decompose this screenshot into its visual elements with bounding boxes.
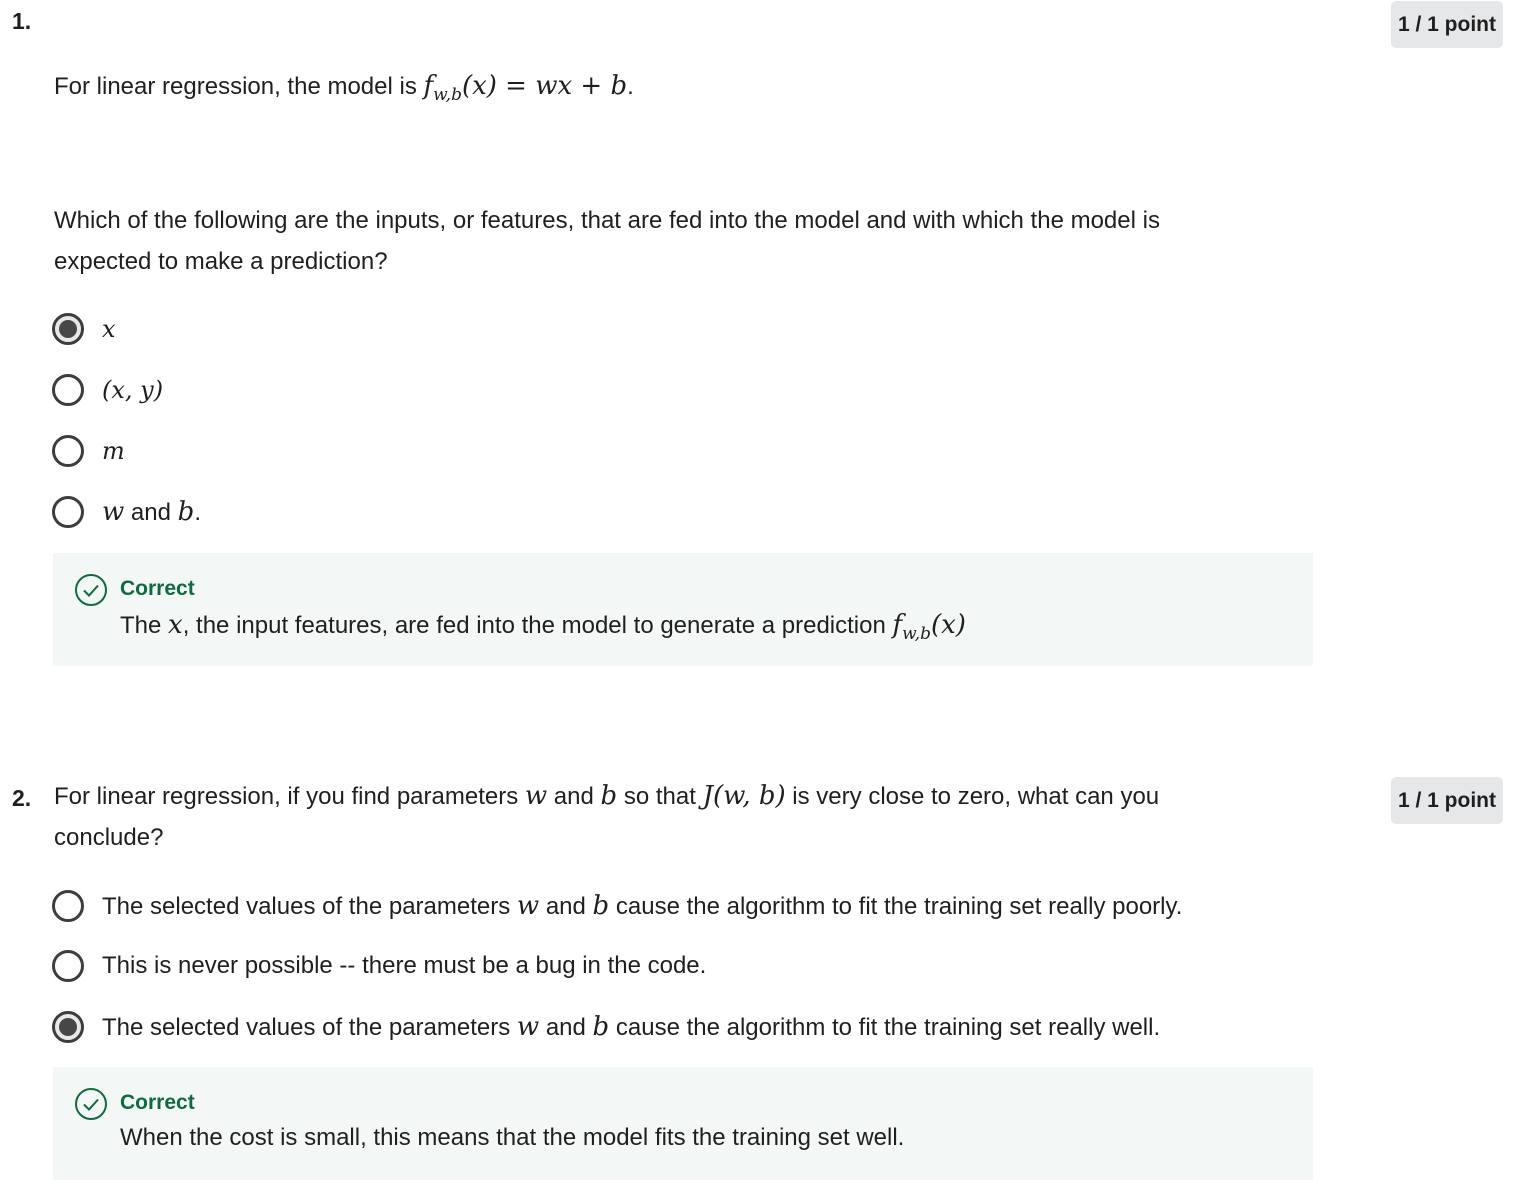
radio-button[interactable] bbox=[52, 890, 84, 922]
radio-button[interactable] bbox=[52, 374, 84, 406]
question-text: Which of the following are the inputs, o… bbox=[54, 200, 1160, 282]
radio-button-selected[interactable] bbox=[52, 1011, 84, 1043]
math-expression: fw,b(x) = wx + b bbox=[423, 71, 628, 105]
feedback-panel: Correct When the cost is small, this mea… bbox=[53, 1067, 1313, 1180]
option-label: x bbox=[102, 315, 116, 343]
points-badge: 1 / 1 point bbox=[1391, 777, 1503, 824]
option-label: The selected values of the parameters w … bbox=[102, 891, 1183, 921]
option-label: This is never possible -- there must be … bbox=[102, 952, 707, 979]
answer-option[interactable]: (x, y) bbox=[52, 371, 163, 409]
question-number: 1. bbox=[12, 8, 32, 34]
check-circle-icon bbox=[75, 574, 107, 606]
question-line-1: For linear regression, if you find param… bbox=[54, 781, 1160, 811]
option-label: w and b. bbox=[102, 497, 201, 527]
prompt-text: For linear regression, the model is bbox=[54, 73, 424, 100]
feedback-text: The x, the input features, are fed into … bbox=[120, 610, 966, 644]
feedback-text: When the cost is small, this means that … bbox=[120, 1124, 905, 1151]
answer-option[interactable]: This is never possible -- there must be … bbox=[52, 947, 706, 985]
points-badge: 1 / 1 point bbox=[1391, 1, 1503, 48]
radio-button-selected[interactable] bbox=[52, 313, 84, 345]
option-label: The selected values of the parameters w … bbox=[102, 1012, 1161, 1042]
question-prompt: For linear regression, the model is fw,b… bbox=[54, 66, 634, 116]
option-label: m bbox=[102, 437, 125, 465]
feedback-title: Correct bbox=[120, 1091, 195, 1114]
feedback-panel: Correct The x, the input features, are f… bbox=[53, 553, 1313, 666]
quiz-page: 1. 1 / 1 point For linear regression, th… bbox=[0, 0, 1516, 1200]
option-label: (x, y) bbox=[102, 376, 164, 404]
answer-option[interactable]: x bbox=[52, 310, 116, 348]
question-line-1: Which of the following are the inputs, o… bbox=[54, 207, 1160, 234]
answer-option[interactable]: w and b. bbox=[52, 493, 201, 531]
prompt-text-end: . bbox=[627, 73, 634, 100]
answer-option[interactable]: m bbox=[52, 432, 125, 470]
radio-dot bbox=[59, 1018, 77, 1036]
question-prompt: For linear regression, if you find param… bbox=[54, 776, 1159, 858]
question-number: 2. bbox=[12, 785, 32, 811]
feedback-title: Correct bbox=[120, 577, 195, 600]
radio-button[interactable] bbox=[52, 435, 84, 467]
radio-dot bbox=[59, 320, 77, 338]
question-line-2: conclude? bbox=[54, 824, 164, 851]
check-circle-icon bbox=[75, 1088, 107, 1120]
question-line-2: expected to make a prediction? bbox=[54, 248, 388, 275]
answer-option[interactable]: The selected values of the parameters w … bbox=[52, 887, 1182, 925]
radio-button[interactable] bbox=[52, 496, 84, 528]
answer-option[interactable]: The selected values of the parameters w … bbox=[52, 1008, 1160, 1046]
radio-button[interactable] bbox=[52, 950, 84, 982]
